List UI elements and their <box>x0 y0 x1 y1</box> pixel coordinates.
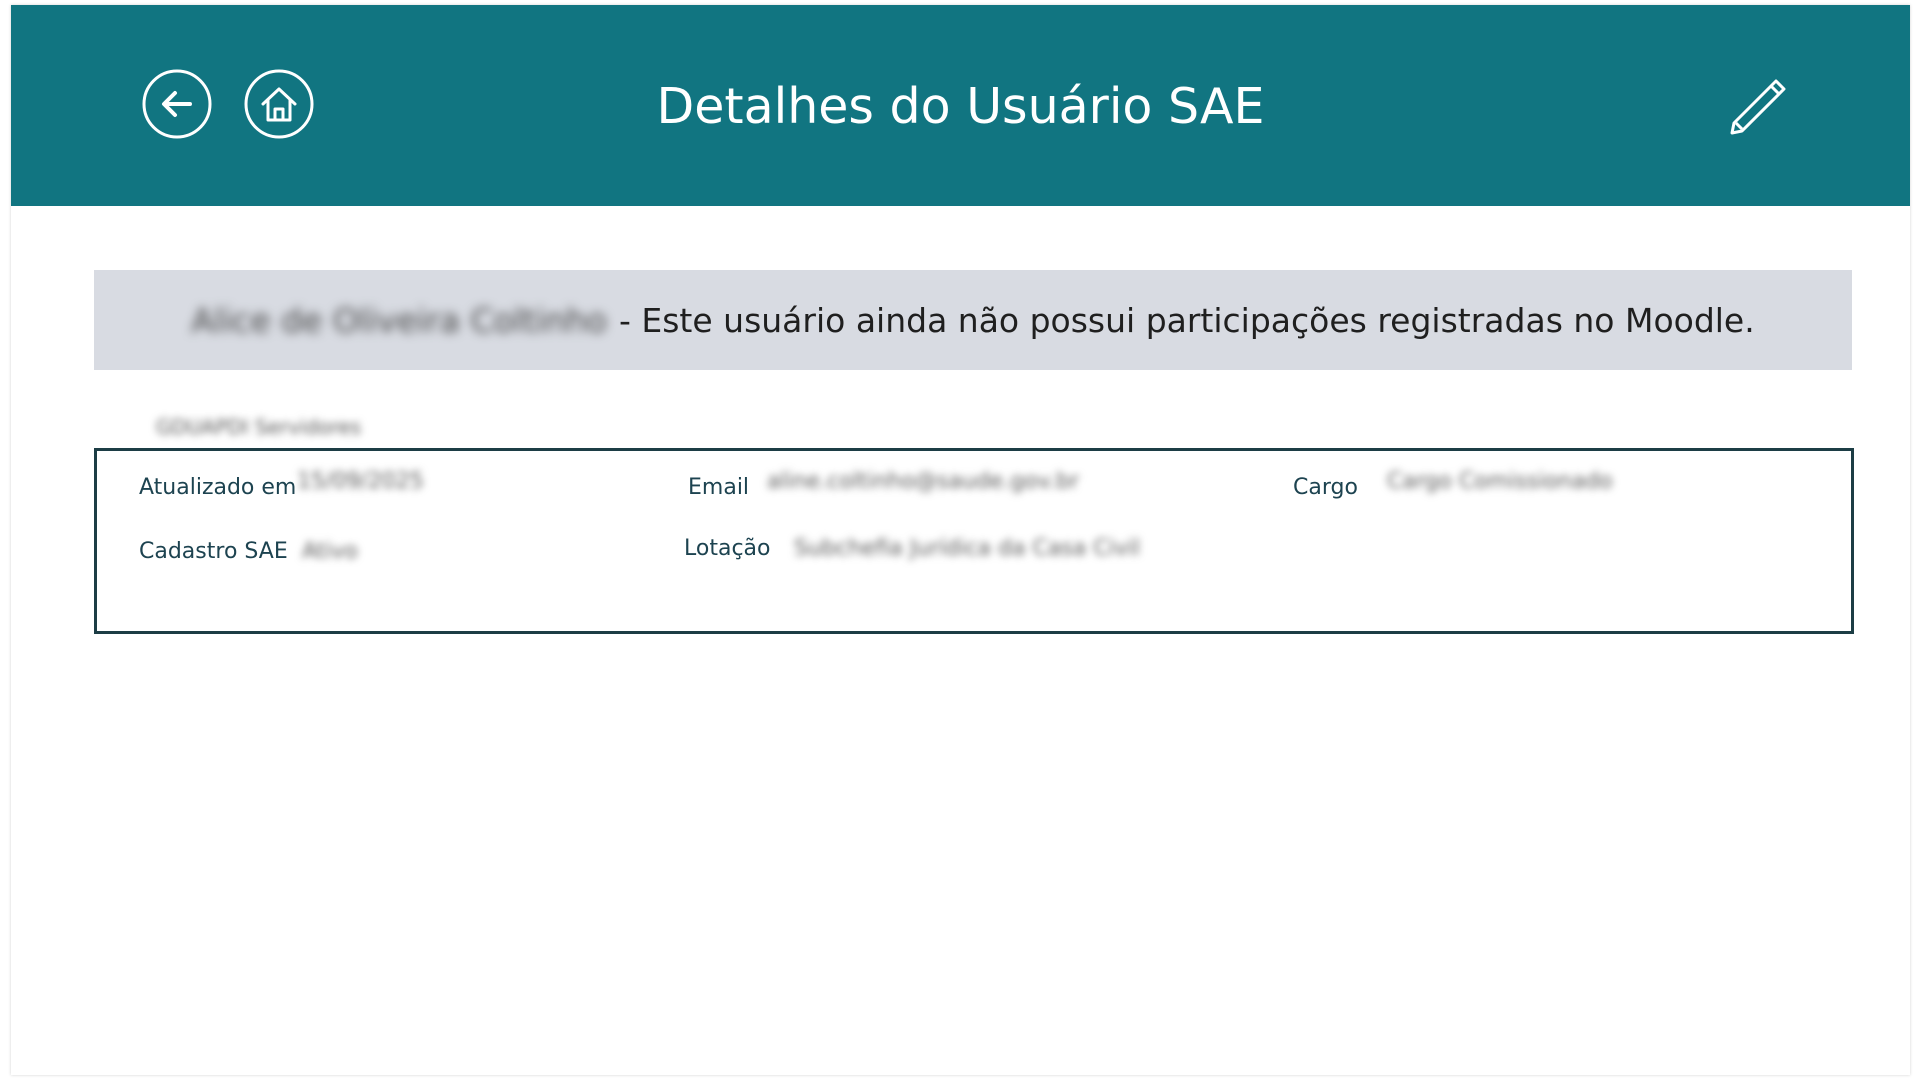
email-label: Email <box>688 475 750 500</box>
cargo-label: Cargo <box>1293 475 1358 500</box>
updated-value: 15/09/2025 <box>297 469 424 494</box>
screen: Detalhes do Usuário SAE Alice de Oliveir… <box>0 0 1920 1080</box>
user-details-panel: Atualizado em 15/09/2025 Email aline.col… <box>94 448 1854 634</box>
lotacao-value: Subchefia Jurídica da Casa Civil <box>794 536 1140 561</box>
cargo-value: Cargo Comissionado <box>1387 469 1613 494</box>
page-title: Detalhes do Usuário SAE <box>656 78 1265 135</box>
notice-banner: Alice de Oliveira Coltinho - Este usuári… <box>94 270 1852 370</box>
header-bar: Detalhes do Usuário SAE <box>11 5 1910 206</box>
notice-message: - Este usuário ainda não possui particip… <box>618 300 1755 340</box>
email-value: aline.coltinho@saude.gov.br <box>767 469 1080 494</box>
edit-button[interactable] <box>1726 75 1790 139</box>
pencil-icon <box>1730 79 1786 135</box>
lotacao-label: Lotação <box>684 536 771 561</box>
app-frame: Detalhes do Usuário SAE Alice de Oliveir… <box>11 5 1910 1075</box>
updated-label: Atualizado em <box>139 475 297 500</box>
group-label: GDUAPDI Servidores <box>156 415 361 439</box>
cadastro-label: Cadastro SAE <box>139 539 288 564</box>
cadastro-value: Ativo <box>302 539 358 564</box>
notice-user-name: Alice de Oliveira Coltinho <box>191 300 607 340</box>
